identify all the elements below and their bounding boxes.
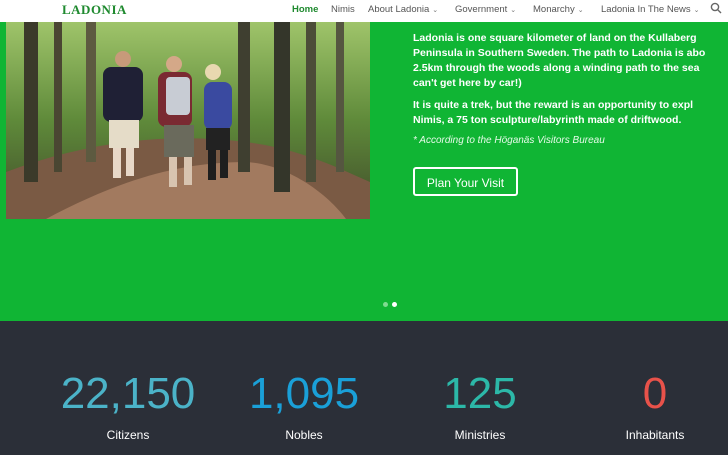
- slider-pagination: [383, 294, 401, 312]
- stat-inhabitants: 0 Inhabitants: [575, 369, 728, 442]
- chevron-down-icon: ⌄: [510, 7, 517, 14]
- intro-paragraph: Ladonia is one square kilometer of land …: [413, 32, 706, 89]
- plan-your-visit-button[interactable]: Plan Your Visit: [413, 167, 518, 196]
- hikers-photo: [6, 22, 370, 219]
- hero-text: Ladonia is one square kilometer of land …: [413, 31, 728, 146]
- stat-label: Nobles: [285, 428, 323, 442]
- menu-item-ladonia-in-the-news[interactable]: Ladonia In The News ⌄: [601, 4, 699, 15]
- menu-item-about-ladonia[interactable]: About Ladonia ⌄: [368, 4, 438, 15]
- chevron-down-icon: ⌄: [577, 7, 584, 14]
- slide-dot-2[interactable]: [392, 302, 397, 307]
- chevron-down-icon: ⌄: [432, 7, 439, 14]
- stat-citizens: 22,150 Citizens: [48, 369, 208, 442]
- stat-value: 0: [642, 369, 668, 418]
- stat-value: 22,150: [60, 369, 196, 418]
- stat-label: Citizens: [106, 428, 150, 442]
- stats-section: 22,150 Citizens 1,095 Nobles 125 Ministr…: [0, 321, 728, 455]
- menu-item-home[interactable]: Home: [292, 4, 318, 15]
- main-menu: Home Nimis About Ladonia ⌄ Government ⌄ Mo…: [0, 4, 728, 18]
- stat-label: Inhabitants: [625, 428, 685, 442]
- stat-ministries: 125 Ministries: [400, 369, 560, 442]
- chevron-down-icon: ⌄: [693, 7, 700, 14]
- menu-item-nimis[interactable]: Nimis: [331, 4, 355, 15]
- stat-nobles: 1,095 Nobles: [224, 369, 384, 442]
- menu-item-government[interactable]: Government ⌄: [455, 4, 516, 15]
- trek-paragraph: It is quite a trek, but the reward is an…: [413, 99, 694, 126]
- stat-label: Ministries: [454, 428, 506, 442]
- top-navigation: LADONIA Home Nimis About Ladonia ⌄ Govern…: [0, 0, 728, 22]
- stat-value: 1,095: [248, 369, 360, 418]
- menu-item-monarchy[interactable]: Monarchy ⌄: [533, 4, 584, 15]
- slide-dot-1[interactable]: [383, 302, 388, 307]
- hero-slider: Ladonia is one square kilometer of land …: [0, 22, 728, 321]
- search-icon[interactable]: [710, 2, 722, 14]
- visitors-bureau-note: * According to the Höganäs Visitors Bure…: [413, 135, 605, 146]
- stat-value: 125: [443, 369, 517, 418]
